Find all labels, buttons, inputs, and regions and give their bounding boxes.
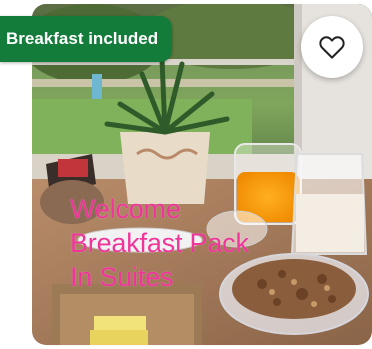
favorite-button[interactable] — [301, 16, 363, 78]
caption-line-2: Breakfast Pack — [70, 228, 249, 258]
caption-line-3: In Suites — [70, 262, 174, 292]
breakfast-included-badge: Breakfast included — [0, 16, 173, 62]
caption-line-1: Welcome — [70, 194, 181, 224]
photo-caption: Welcome Breakfast Pack In Suites — [70, 192, 249, 294]
heart-outline-icon — [319, 36, 345, 59]
